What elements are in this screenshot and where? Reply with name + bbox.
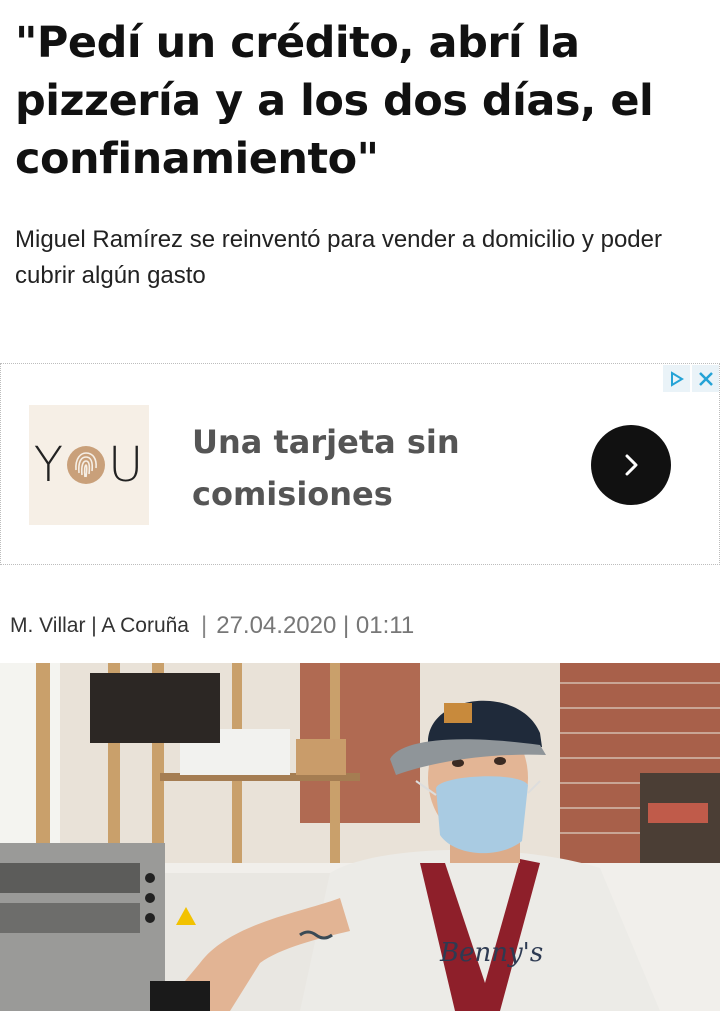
article-byline: M. Villar | A Coruña | 27.04.2020 | 01:1… <box>10 612 414 640</box>
article-photo[interactable]: Benny's <box>0 663 720 1011</box>
adchoices-icon[interactable] <box>663 365 690 392</box>
close-icon[interactable] <box>692 365 719 392</box>
article-headline: "Pedí un crédito, abrí la pizzería y a l… <box>15 18 654 184</box>
byline-separator: | <box>200 612 208 639</box>
article-subtitle: Miguel Ramírez se reinventó para vender … <box>15 226 662 289</box>
ad-cta-button[interactable] <box>591 425 671 505</box>
ad-logo-letter: Y <box>33 437 65 493</box>
chevron-right-icon <box>625 454 638 476</box>
pizzeria-photo-illustration: Benny's <box>0 663 720 1011</box>
byline-author: M. Villar | A Coruña <box>10 614 189 637</box>
ad-headline[interactable]: Una tarjeta sin comisiones <box>192 416 522 520</box>
ad-logo[interactable]: Y U <box>29 405 149 525</box>
ad-banner[interactable]: Y U Una tarjeta sin comisiones <box>0 363 720 565</box>
apron-print: Benny's <box>439 938 543 968</box>
ad-choices[interactable] <box>661 365 719 392</box>
byline-date: 27.04.2020 | 01:11 <box>216 612 415 639</box>
fingerprint-icon <box>67 446 106 484</box>
ad-logo-letter: U <box>108 437 145 493</box>
